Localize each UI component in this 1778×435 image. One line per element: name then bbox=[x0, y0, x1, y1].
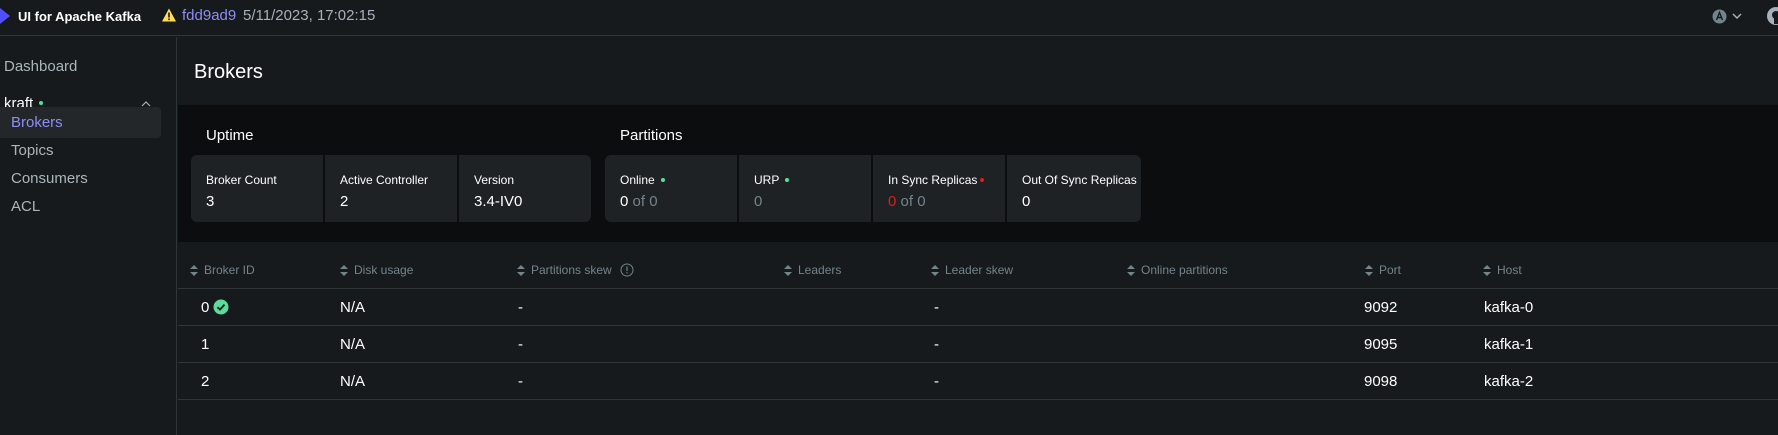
column-header-leader-skew[interactable]: Leader skew bbox=[931, 263, 1013, 277]
partitions-skew-cell: - bbox=[518, 336, 523, 353]
sort-icon bbox=[1483, 264, 1491, 276]
metric-value: 0 of 0 bbox=[888, 193, 926, 210]
port-cell: 9098 bbox=[1364, 373, 1398, 390]
port-cell: 9092 bbox=[1364, 299, 1398, 316]
status-dot-green bbox=[785, 178, 789, 182]
sidebar-item-consumers[interactable]: Consumers bbox=[0, 163, 161, 194]
kafka-logo-icon[interactable] bbox=[0, 8, 10, 24]
broker-id-cell[interactable]: 0 bbox=[201, 299, 209, 316]
sidebar-item-dashboard[interactable]: Dashboard bbox=[4, 58, 77, 75]
uptime-section-title: Uptime bbox=[206, 127, 254, 144]
metric-card-broker-count: Broker Count 3 bbox=[191, 155, 323, 222]
sort-icon bbox=[517, 264, 525, 276]
disk-usage-cell: N/A bbox=[340, 299, 366, 316]
chevron-down-icon bbox=[1732, 13, 1742, 20]
metric-value: 3.4-IV0 bbox=[474, 193, 523, 210]
port-cell: 9095 bbox=[1364, 336, 1398, 353]
metric-card-urp: URP 0 bbox=[739, 155, 871, 222]
metric-card-active-controller: Active Controller 2 bbox=[325, 155, 457, 222]
sort-icon bbox=[784, 264, 792, 276]
leader-skew-cell: - bbox=[934, 336, 939, 353]
column-header-partitions-skew[interactable]: Partitions skew bbox=[517, 263, 634, 277]
disk-usage-cell: N/A bbox=[340, 336, 366, 353]
metric-label: Active Controller bbox=[340, 173, 429, 187]
sort-icon bbox=[190, 264, 198, 276]
sort-icon bbox=[931, 264, 939, 276]
table-row[interactable]: 2 N/A - - 9098 kafka-2 bbox=[178, 363, 1778, 400]
metric-label: Broker Count bbox=[206, 173, 277, 187]
github-icon[interactable] bbox=[1766, 6, 1778, 26]
metric-label: In Sync Replicas bbox=[888, 173, 978, 187]
host-cell: kafka-1 bbox=[1484, 336, 1534, 353]
sidebar: Dashboard kraft Brokers Topics Consumers… bbox=[0, 37, 177, 435]
metric-value: 0 bbox=[754, 193, 763, 210]
status-dot-green bbox=[661, 178, 665, 182]
host-cell: kafka-0 bbox=[1484, 299, 1534, 316]
leader-skew-cell: - bbox=[934, 373, 939, 390]
partitions-skew-cell: - bbox=[518, 299, 523, 316]
partitions-skew-cell: - bbox=[518, 373, 523, 390]
app-title[interactable]: UI for Apache Kafka bbox=[18, 9, 141, 24]
column-header-online-partitions[interactable]: Online partitions bbox=[1127, 263, 1228, 277]
metric-value: 0 bbox=[1022, 193, 1031, 210]
main-content: Brokers Uptime Broker Count 3 Active Con… bbox=[178, 37, 1778, 435]
status-dot-red bbox=[980, 178, 984, 182]
sidebar-item-topics[interactable]: Topics bbox=[0, 135, 161, 166]
sort-icon bbox=[1365, 264, 1373, 276]
broker-id-cell[interactable]: 1 bbox=[201, 336, 209, 353]
table-row[interactable]: 0 N/A - - 9092 kafka-0 bbox=[178, 289, 1778, 326]
version-date: 5/11/2023, 17:02:15 bbox=[243, 7, 376, 24]
host-cell: kafka-2 bbox=[1484, 373, 1534, 390]
warning-icon bbox=[162, 8, 176, 22]
sidebar-item-acl[interactable]: ACL bbox=[0, 191, 161, 222]
brokers-table-header: Broker ID Disk usage Partitions skew Lea… bbox=[178, 252, 1778, 289]
metric-label: URP bbox=[754, 173, 780, 187]
metric-card-online: Online 0 of 0 bbox=[605, 155, 737, 222]
metric-card-in-sync-replicas: In Sync Replicas 0 of 0 bbox=[873, 155, 1005, 222]
metric-value: 3 bbox=[206, 193, 215, 210]
version-hash-link[interactable]: fdd9ad9 bbox=[182, 7, 236, 24]
leader-skew-cell: - bbox=[934, 299, 939, 316]
column-header-broker-id[interactable]: Broker ID bbox=[190, 263, 255, 277]
check-circle-icon bbox=[213, 299, 229, 315]
column-header-leaders[interactable]: Leaders bbox=[784, 263, 841, 277]
broker-id-cell[interactable]: 2 bbox=[201, 373, 209, 390]
metric-card-out-of-sync-replicas: Out Of Sync Replicas 0 bbox=[1007, 155, 1141, 222]
sidebar-item-brokers[interactable]: Brokers bbox=[0, 107, 161, 138]
metric-label: Out Of Sync Replicas bbox=[1022, 173, 1137, 187]
page-title: Brokers bbox=[194, 61, 263, 83]
user-avatar-icon bbox=[1712, 9, 1727, 24]
partitions-section-title: Partitions bbox=[620, 127, 683, 144]
metric-label: Online bbox=[620, 173, 655, 187]
table-row[interactable]: 1 N/A - - 9095 kafka-1 bbox=[178, 326, 1778, 363]
info-icon[interactable] bbox=[620, 263, 634, 277]
top-navbar: UI for Apache Kafka fdd9ad9 5/11/2023, 1… bbox=[0, 0, 1778, 36]
user-menu[interactable] bbox=[1712, 8, 1746, 26]
metric-value: 0 of 0 bbox=[620, 193, 658, 210]
column-header-port[interactable]: Port bbox=[1365, 263, 1401, 277]
cluster-status-dot bbox=[39, 101, 43, 105]
column-header-host[interactable]: Host bbox=[1483, 263, 1522, 277]
column-header-disk-usage[interactable]: Disk usage bbox=[340, 263, 413, 277]
sort-icon bbox=[340, 264, 348, 276]
metrics-band: Uptime Broker Count 3 Active Controller … bbox=[178, 105, 1778, 242]
metric-value: 2 bbox=[340, 193, 349, 210]
sort-icon bbox=[1127, 264, 1135, 276]
disk-usage-cell: N/A bbox=[340, 373, 366, 390]
metric-card-version: Version 3.4-IV0 bbox=[459, 155, 591, 222]
metric-label: Version bbox=[474, 173, 515, 187]
